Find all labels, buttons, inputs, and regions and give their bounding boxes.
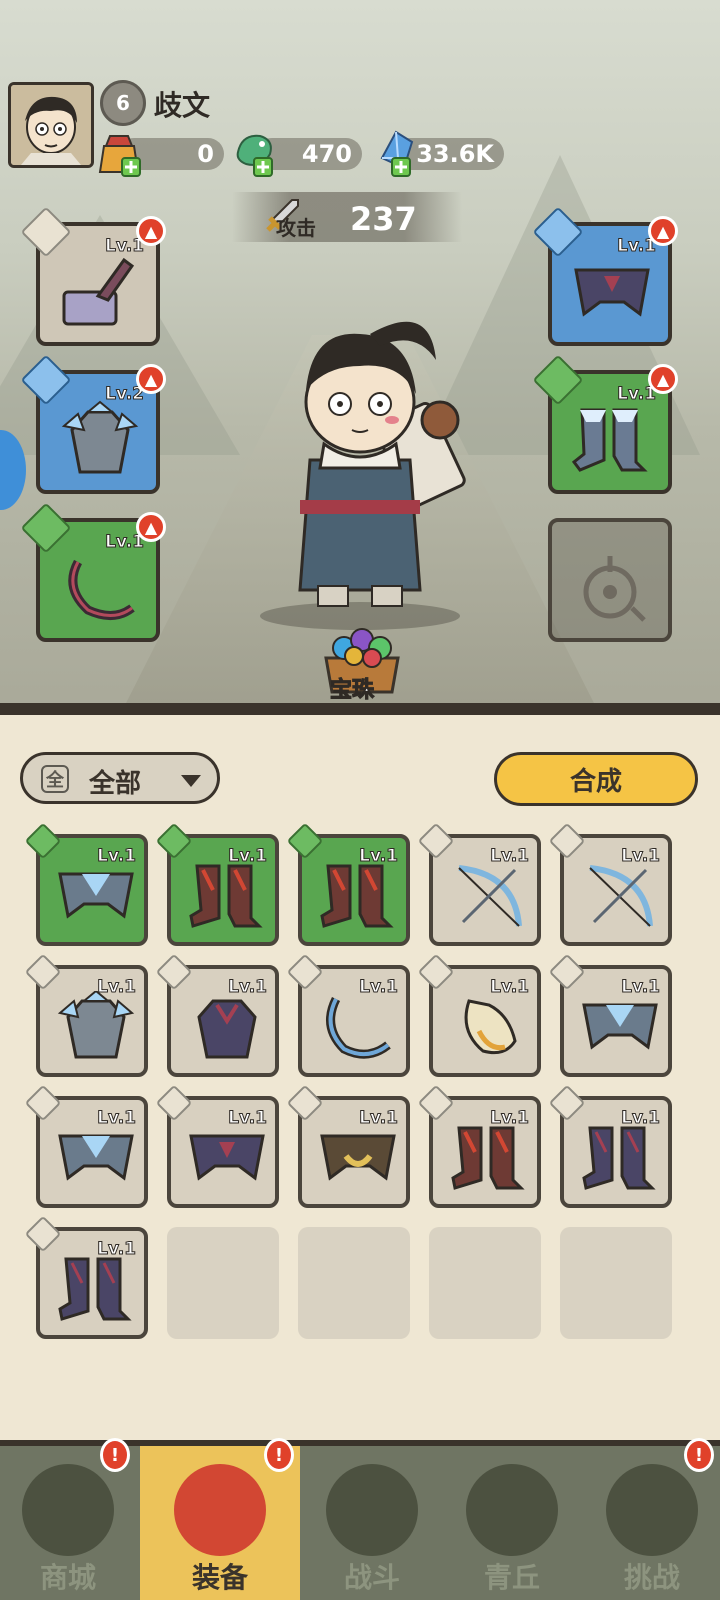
alert-badge-icon: !	[684, 1438, 714, 1472]
blue-crystal-icon[interactable]	[374, 128, 420, 178]
equip-slot-locked[interactable]	[548, 518, 672, 642]
category-filter-dropdown[interactable]: 全 全部	[20, 752, 220, 804]
treasure-label[interactable]: 宝珠	[329, 672, 374, 704]
inventory-item[interactable]: Lv.1	[24, 1215, 148, 1339]
upgrade-arrow-icon: ▲	[648, 364, 678, 394]
gold-belt-icon	[320, 1134, 396, 1181]
inventory-item[interactable]: Lv.1	[548, 822, 672, 946]
nav-tab-qingqiu[interactable]: 青丘	[444, 1446, 580, 1600]
frost-belt-icon	[58, 1134, 134, 1181]
frost-armor-icon	[61, 400, 139, 474]
synthesize-button[interactable]: 合成	[494, 752, 698, 806]
player-level-badge: 6	[100, 80, 146, 126]
inventory-item[interactable]: Lv.1	[417, 1084, 541, 1208]
empty-inventory-slot	[429, 1227, 541, 1339]
dropdown-arrow-icon	[181, 775, 201, 787]
inventory-item[interactable]: Lv.1	[548, 1084, 672, 1208]
alert-badge-icon: !	[100, 1438, 130, 1472]
empty-inventory-slot	[560, 1227, 672, 1339]
inventory-item[interactable]: Lv.1	[286, 1084, 410, 1208]
inventory-item[interactable]: Lv.1	[286, 822, 410, 946]
thorn-ring-icon	[68, 559, 135, 620]
inventory-item[interactable]: Lv.1	[286, 953, 410, 1077]
resource-crystal-value: 33.6K	[416, 140, 494, 168]
scene-divider	[0, 703, 720, 715]
gate-seal-icon	[606, 1464, 698, 1556]
inventory-item[interactable]: Lv.1	[548, 953, 672, 1077]
shop-pavilion-icon	[22, 1464, 114, 1556]
resource-jade-value: 470	[301, 140, 352, 168]
filter-label: 全部	[89, 769, 142, 799]
war-hammer-icon	[62, 257, 135, 326]
frost-belt-icon	[58, 872, 134, 919]
attack-label: 攻击	[276, 216, 316, 240]
player-avatar[interactable]	[8, 82, 94, 168]
mountain-icon	[466, 1464, 558, 1556]
flame-boots-icon	[189, 864, 263, 928]
equip-slot-belt[interactable]: Lv.1 ▲	[532, 206, 678, 346]
inventory-item[interactable]: Lv.1	[24, 1084, 148, 1208]
nav-tab-label: 挑战	[623, 1561, 680, 1594]
flame-boots-icon	[451, 1126, 525, 1190]
inventory-item[interactable]: Lv.1	[24, 953, 148, 1077]
upgrade-arrow-icon: ▲	[136, 216, 166, 246]
nav-tab-label: 商城	[39, 1561, 96, 1594]
nav-tab-battle[interactable]: 战斗	[304, 1446, 440, 1600]
inventory-item[interactable]: Lv.1	[24, 822, 148, 946]
frost-armor-icon	[57, 991, 135, 1059]
nav-tab-equipment[interactable]: 装备 !	[140, 1438, 300, 1600]
inventory-item[interactable]: Lv.1	[155, 1084, 279, 1208]
lucky-bag-icon[interactable]	[96, 128, 142, 178]
nav-tab-challenge[interactable]: 挑战 !	[584, 1438, 720, 1600]
inventory-item[interactable]: Lv.1	[417, 822, 541, 946]
ice-bow-icon	[589, 865, 653, 927]
nav-tab-label: 装备	[191, 1561, 248, 1594]
hero-character	[260, 321, 466, 630]
dark-belt-icon	[574, 268, 650, 317]
nav-tab-shop[interactable]: 商城 !	[0, 1438, 136, 1600]
player-name: 歧文	[154, 89, 211, 122]
empty-inventory-slot	[167, 1227, 279, 1339]
dark-armor-icon	[197, 999, 257, 1059]
filter-all-icon: 全	[41, 765, 69, 793]
attack-value: 237	[350, 200, 417, 238]
dark-boots-icon	[582, 1126, 656, 1190]
gold-ring-icon	[464, 999, 517, 1055]
hero-face-icon	[11, 85, 91, 165]
frost-belt-icon	[582, 1003, 658, 1050]
inventory-item[interactable]: Lv.1	[155, 953, 279, 1077]
red-helmet-icon	[174, 1464, 266, 1556]
dark-belt-icon	[189, 1134, 265, 1181]
bottom-nav: 商城 ! 装备 ! 战斗 青丘 挑战 !	[0, 1438, 720, 1600]
upgrade-arrow-icon: ▲	[648, 216, 678, 246]
nav-tab-label: 战斗	[343, 1561, 400, 1594]
equip-slot-armor[interactable]: Lv.2 ▲	[20, 354, 166, 494]
equip-slot-ring[interactable]: Lv.1 ▲	[20, 502, 166, 642]
equip-slot-weapon[interactable]: Lv.1 ▲	[20, 206, 166, 346]
locked-accessory-icon	[583, 556, 646, 622]
equip-slot-boots[interactable]: Lv.1 ▲	[532, 354, 678, 494]
jade-dragon-icon[interactable]	[232, 128, 278, 178]
ice-bow-icon	[458, 865, 522, 927]
empty-inventory-slot	[298, 1227, 410, 1339]
upgrade-arrow-icon: ▲	[136, 364, 166, 394]
crossed-swords-icon	[326, 1464, 418, 1556]
inventory-item[interactable]: Lv.1	[417, 953, 541, 1077]
nav-tab-label: 青丘	[483, 1561, 540, 1594]
resource-coupon-value: 0	[197, 140, 214, 168]
upgrade-arrow-icon: ▲	[136, 512, 166, 542]
alert-badge-icon: !	[264, 1438, 294, 1472]
inventory-item[interactable]: Lv.1	[155, 822, 279, 946]
frost-boots-icon	[571, 408, 648, 472]
flame-boots-icon	[320, 864, 394, 928]
ice-ring-icon	[326, 996, 391, 1059]
dark-boots-icon	[58, 1257, 132, 1321]
